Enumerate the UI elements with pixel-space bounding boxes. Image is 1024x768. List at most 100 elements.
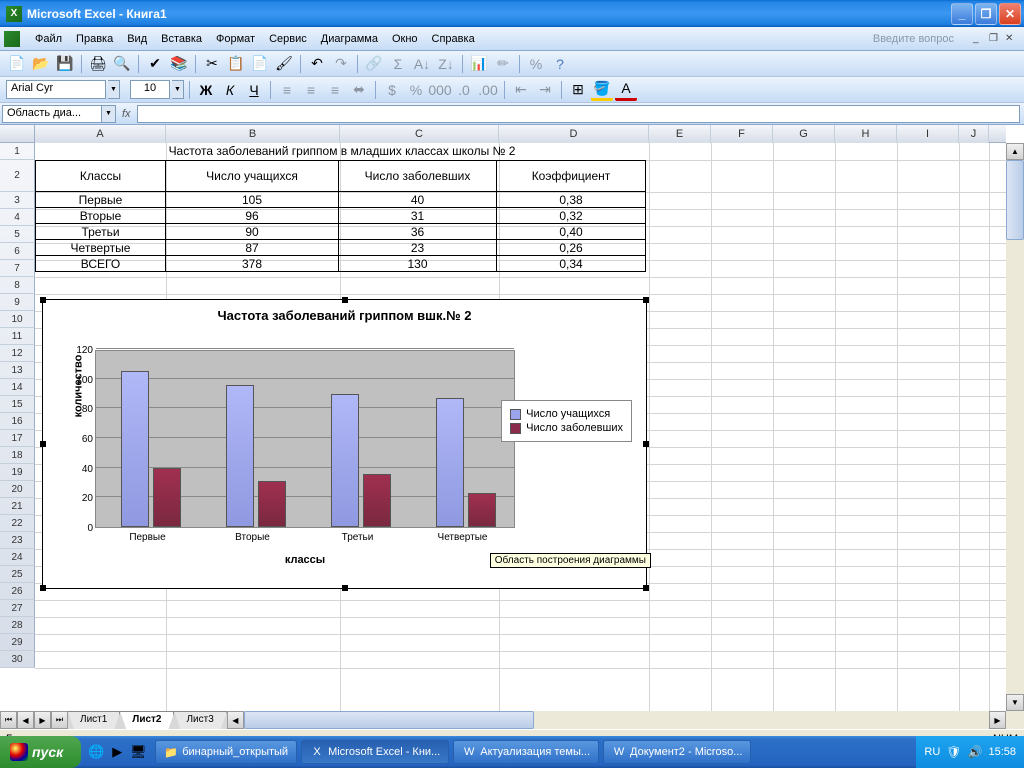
save-button[interactable]: 💾 [54,53,76,75]
bar-Третьи-1[interactable] [363,474,391,527]
align-left-button[interactable]: ≡ [276,79,298,101]
sort-desc-button[interactable]: Z↓ [435,53,457,75]
zoom-button[interactable]: % [525,53,547,75]
maximize-button[interactable]: ❐ [975,3,997,25]
row-header-29[interactable]: 29 [0,634,35,651]
taskbar-button[interactable]: XMicrosoft Excel - Кни... [301,740,449,764]
row-header-6[interactable]: 6 [0,243,35,260]
italic-button[interactable]: К [219,79,241,101]
tray-icon[interactable]: 🛡 [946,745,961,759]
align-center-button[interactable]: ≡ [300,79,322,101]
col-header-A[interactable]: A [35,125,166,143]
print-button[interactable]: 🖨 [87,53,109,75]
mdi-close-button[interactable]: ✕ [1005,33,1019,45]
chart-object[interactable]: Частота заболеваний гриппом вшк.№ 2 коли… [42,299,647,589]
desktop-icon[interactable]: 🖥 [129,743,147,761]
menu-edit[interactable]: Правка [69,31,120,47]
name-box[interactable]: Область диа... [2,105,102,123]
open-button[interactable]: 📂 [30,53,52,75]
horizontal-scrollbar[interactable]: ◀ ▶ [227,711,1006,729]
sheet-tab-Лист2[interactable]: Лист2 [120,712,174,729]
fx-label[interactable]: fx [122,108,131,120]
row-header-25[interactable]: 25 [0,566,35,583]
mdi-restore-button[interactable]: ❐ [989,33,1003,45]
preview-button[interactable]: 🔍 [111,53,133,75]
first-sheet-button[interactable]: ⏮ [0,711,17,729]
sheet-tab-Лист3[interactable]: Лист3 [174,712,226,729]
chart-title[interactable]: Частота заболеваний гриппом вшк.№ 2 [43,300,646,327]
menu-format[interactable]: Формат [209,31,262,47]
scroll-right-button[interactable]: ▶ [989,711,1006,729]
taskbar-button[interactable]: 📁бинарный_открытый [155,740,297,764]
new-button[interactable]: 📄 [6,53,28,75]
row-header-23[interactable]: 23 [0,532,35,549]
font-size-box[interactable]: 10 [130,80,170,99]
font-name-dropdown[interactable]: ▼ [108,80,120,99]
drawing-button[interactable]: ✏ [492,53,514,75]
name-box-dropdown[interactable]: ▼ [102,105,116,123]
col-header-G[interactable]: G [773,125,835,143]
align-right-button[interactable]: ≡ [324,79,346,101]
underline-button[interactable]: Ч [243,79,265,101]
borders-button[interactable]: ⊞ [567,79,589,101]
row-header-12[interactable]: 12 [0,345,35,362]
sort-asc-button[interactable]: A↓ [411,53,433,75]
row-header-9[interactable]: 9 [0,294,35,311]
row-header-14[interactable]: 14 [0,379,35,396]
bar-Вторые-1[interactable] [258,481,286,527]
font-name-box[interactable]: Arial Cyr [6,80,106,99]
row-header-24[interactable]: 24 [0,549,35,566]
col-header-D[interactable]: D [499,125,649,143]
select-all-corner[interactable] [0,125,35,143]
currency-button[interactable]: $ [381,79,403,101]
menu-help[interactable]: Справка [425,31,482,47]
ie-icon[interactable]: 🌐 [87,743,105,761]
spell-button[interactable]: ✔ [144,53,166,75]
row-header-8[interactable]: 8 [0,277,35,294]
tray-icon[interactable]: 🔊 [968,745,983,759]
undo-button[interactable]: ↶ [306,53,328,75]
row-header-19[interactable]: 19 [0,464,35,481]
row-header-27[interactable]: 27 [0,600,35,617]
chart-legend[interactable]: Число учащихся Число заболевших [501,400,632,442]
inc-decimal-button[interactable]: .0 [453,79,475,101]
row-header-5[interactable]: 5 [0,226,35,243]
close-button[interactable]: ✕ [999,3,1021,25]
data-table[interactable]: КлассыЧисло учащихсяЧисло заболевшихКоэф… [35,160,646,272]
comma-button[interactable]: 000 [429,79,451,101]
font-size-dropdown[interactable]: ▼ [172,80,184,99]
merge-button[interactable]: ⬌ [348,79,370,101]
next-sheet-button[interactable]: ▶ [34,711,51,729]
col-header-E[interactable]: E [649,125,711,143]
cut-button[interactable]: ✂ [201,53,223,75]
row-header-28[interactable]: 28 [0,617,35,634]
row-header-26[interactable]: 26 [0,583,35,600]
taskbar-button[interactable]: WДокумент2 - Microso... [603,740,751,764]
help-button[interactable]: ? [549,53,571,75]
menu-chart[interactable]: Диаграмма [314,31,385,47]
mdi-minimize-button[interactable]: _ [973,33,987,45]
formula-input[interactable] [137,105,1020,123]
fill-color-button[interactable]: 🪣 [591,79,613,101]
row-header-4[interactable]: 4 [0,209,35,226]
col-header-C[interactable]: C [340,125,499,143]
menu-window[interactable]: Окно [385,31,425,47]
bar-Третьи-0[interactable] [331,394,359,528]
row-header-2[interactable]: 2 [0,160,35,192]
bar-Четвертые-1[interactable] [468,493,496,527]
paste-button[interactable]: 📄 [249,53,271,75]
bar-Первые-0[interactable] [121,371,149,527]
chart-wizard-button[interactable]: 📊 [468,53,490,75]
font-color-button[interactable]: A [615,79,637,101]
inc-indent-button[interactable]: ⇤ [510,79,532,101]
bar-Первые-1[interactable] [153,468,181,527]
bold-button[interactable]: Ж [195,79,217,101]
vertical-scrollbar[interactable]: ▲ ▼ [1006,143,1024,711]
col-header-B[interactable]: B [166,125,340,143]
redo-button[interactable]: ↷ [330,53,352,75]
taskbar-button[interactable]: WАктуализация темы... [453,740,599,764]
row-header-16[interactable]: 16 [0,413,35,430]
lang-indicator[interactable]: RU [924,746,940,758]
hscroll-thumb[interactable] [244,711,534,729]
row-header-18[interactable]: 18 [0,447,35,464]
